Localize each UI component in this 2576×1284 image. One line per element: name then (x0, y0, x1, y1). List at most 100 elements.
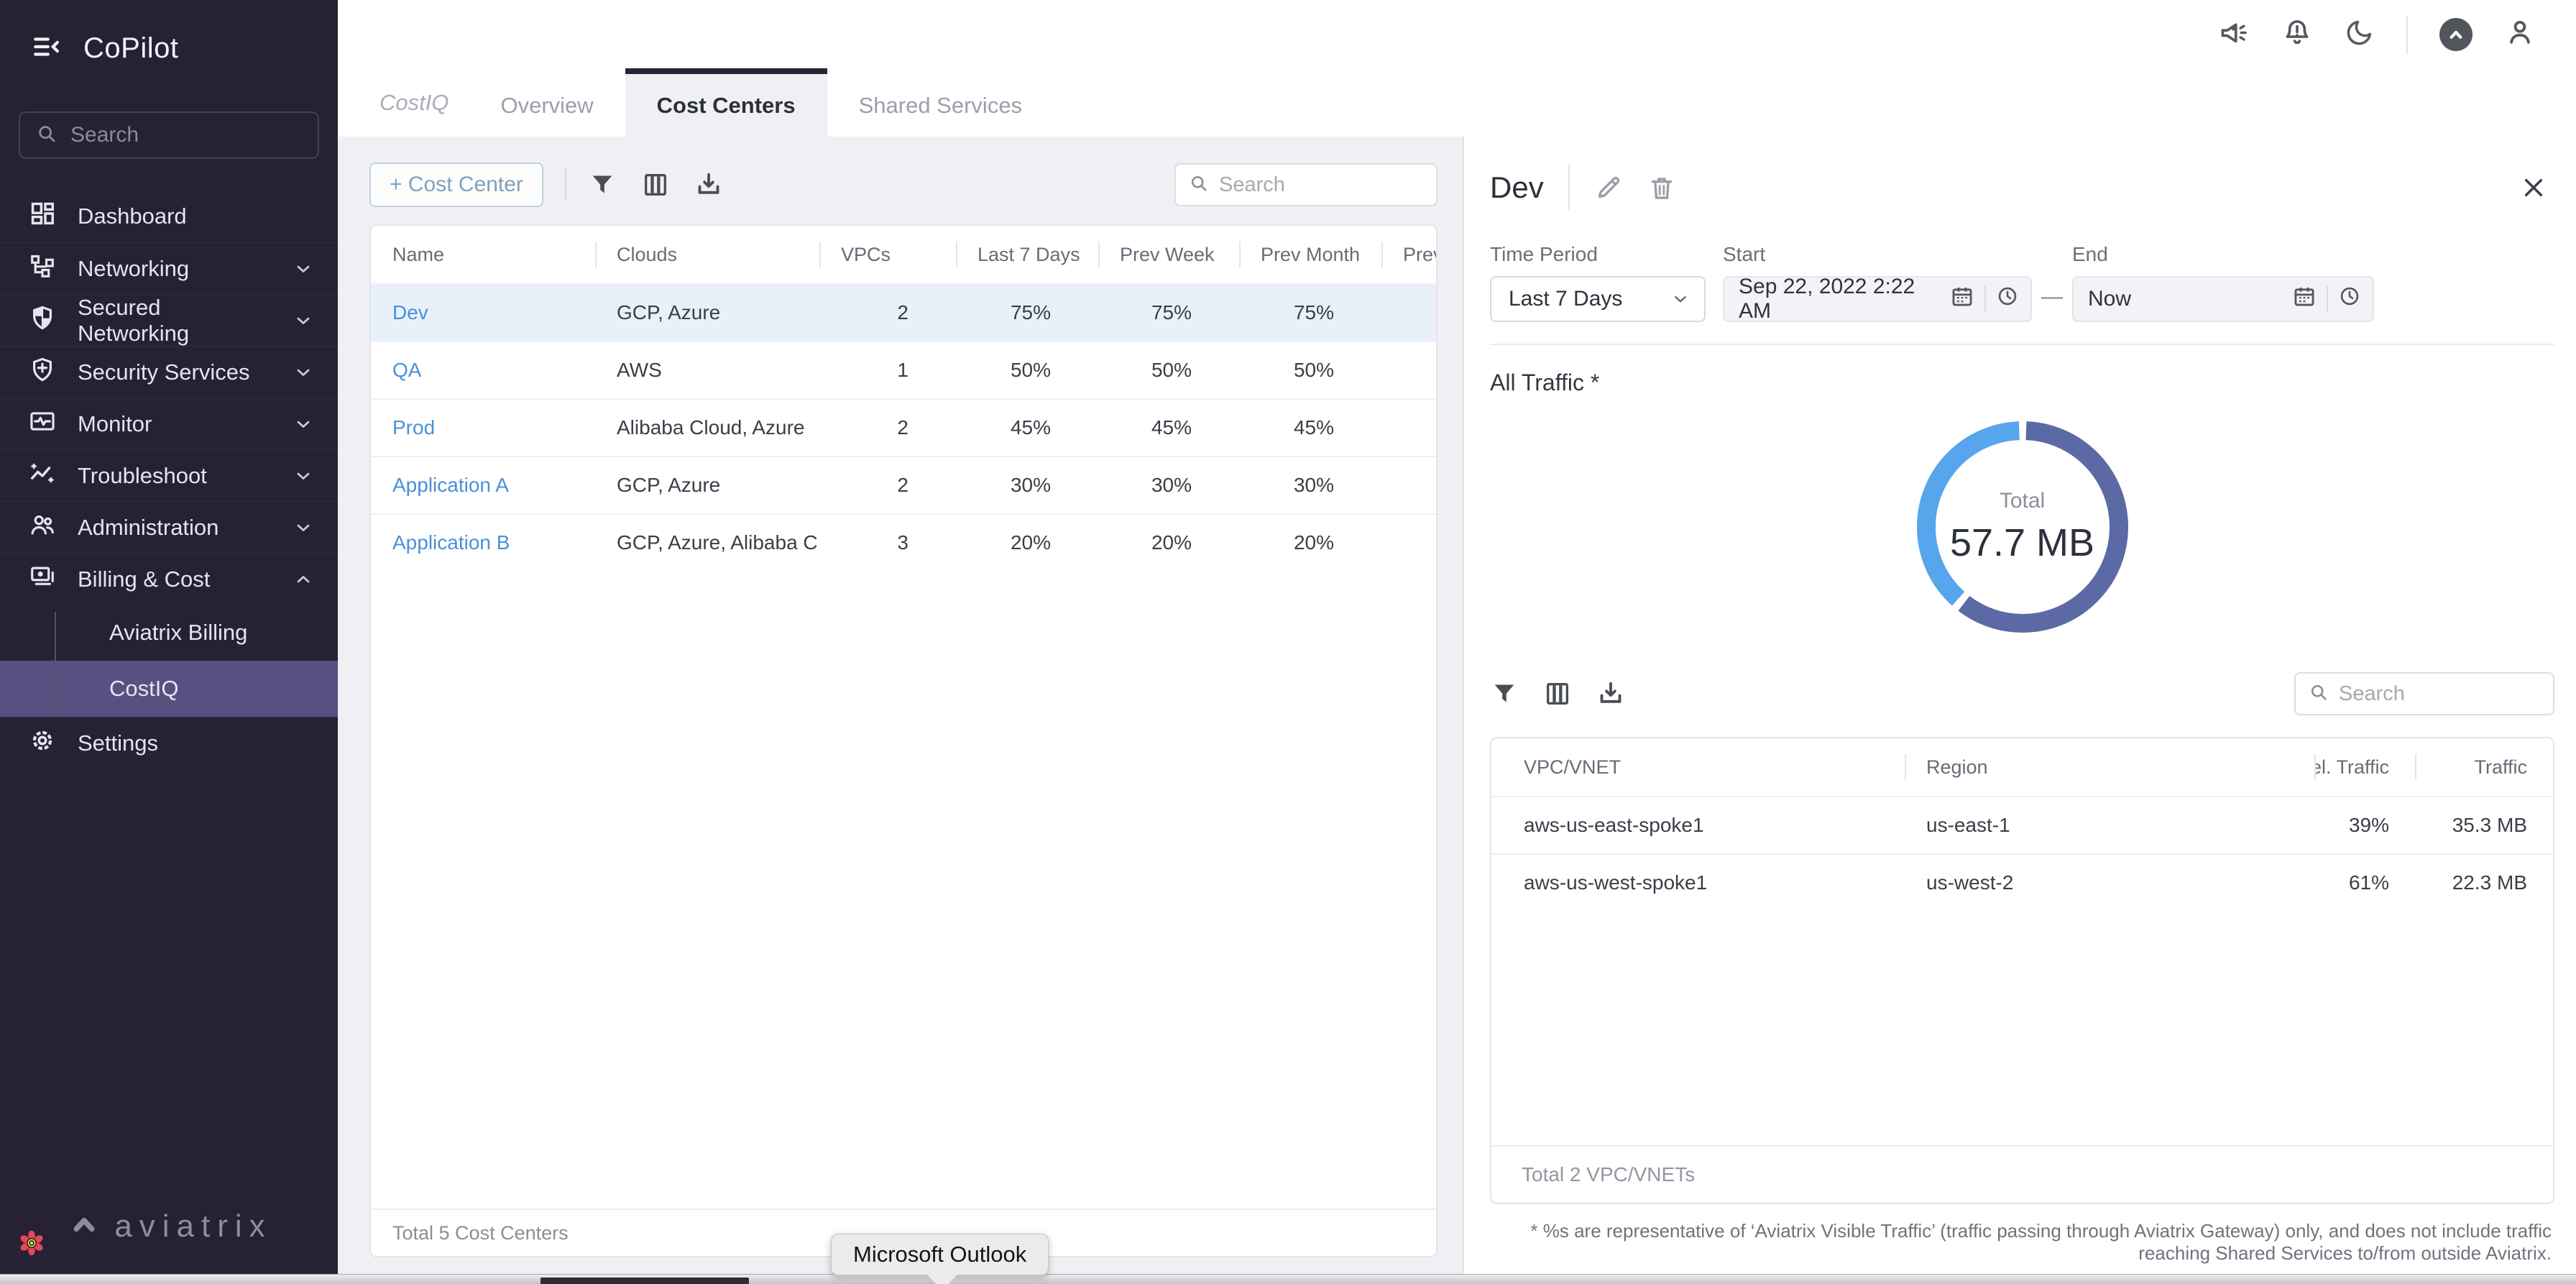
tab-overview[interactable]: Overview (469, 68, 625, 137)
close-icon[interactable] (2520, 174, 2547, 201)
column-header[interactable]: Rel. Traffic (2314, 738, 2415, 796)
table-row[interactable]: QA AWS 1 50% 50% 50% (371, 341, 1436, 398)
aviatrix-account-icon[interactable] (2439, 18, 2472, 51)
notifications-icon[interactable] (2281, 17, 2313, 52)
vpc-cell: aws-us-west-spoke1 (1491, 871, 1905, 894)
last7-cell: 50% (956, 359, 1098, 382)
end-datetime-input[interactable]: Now (2072, 276, 2374, 322)
range-separator: — (2032, 285, 2072, 309)
calendar-icon[interactable] (1950, 284, 1974, 314)
vpc-search[interactable] (2294, 672, 2554, 715)
sidebar-item-label: Settings (78, 730, 158, 756)
sidebar-item-security-services[interactable]: Security Services (0, 346, 338, 398)
filter-icon[interactable] (1490, 679, 1519, 708)
edit-icon[interactable] (1594, 173, 1623, 202)
cost-centers-search-input[interactable] (1219, 173, 1423, 197)
chevron-up-icon (293, 569, 313, 590)
sidebar-item-label: Administration (78, 515, 218, 541)
copilot-app: CoPilot Dashboard Networking Secured Net… (0, 0, 2576, 1284)
cost-center-link[interactable]: QA (392, 359, 421, 381)
vpcs-cell: 2 (819, 301, 956, 324)
cost-centers-toolbar: + Cost Center (369, 162, 1438, 207)
sidebar-item-billing-cost[interactable]: Billing & Cost (0, 553, 338, 605)
prev-month-cell: 75% (1239, 301, 1381, 324)
sidebar-item-networking[interactable]: Networking (0, 242, 338, 294)
vpc-toolbar (1490, 672, 2554, 715)
add-cost-center-button[interactable]: + Cost Center (369, 162, 543, 207)
sidebar-item-settings[interactable]: Settings (0, 717, 338, 769)
sidebar-item-secured-networking[interactable]: Secured Networking (0, 294, 338, 346)
sidebar-item-troubleshoot[interactable]: Troubleshoot (0, 449, 338, 501)
cost-center-link[interactable]: Dev (392, 301, 428, 324)
table-row[interactable]: Prod Alibaba Cloud, Azure 2 45% 45% 45% (371, 398, 1436, 456)
start-datetime-input[interactable]: Sep 22, 2022 2:22 AM (1723, 276, 2032, 322)
announcements-icon[interactable] (2218, 17, 2250, 52)
column-header[interactable]: Prev Month (1239, 226, 1381, 283)
cost-centers-table: Name Clouds VPCs Last 7 Days Prev Week P… (369, 224, 1438, 1257)
column-header[interactable]: Traffic (2415, 738, 2553, 796)
column-header[interactable]: VPCs (819, 226, 956, 283)
filter-icon[interactable] (588, 170, 617, 199)
dark-mode-icon[interactable] (2345, 17, 2375, 51)
sidebar-header: CoPilot (0, 0, 338, 65)
table-row[interactable]: Application A GCP, Azure 2 30% 30% 30% (371, 456, 1436, 513)
sidebar-item-monitor[interactable]: Monitor (0, 398, 338, 449)
table-header-row: VPC/VNET Region Rel. Traffic Traffic (1491, 738, 2553, 796)
download-icon[interactable] (1596, 679, 1625, 708)
table-row[interactable]: aws-us-east-spoke1 us-east-1 39% 35.3 MB (1491, 796, 2553, 853)
sidebar-item-dashboard[interactable]: Dashboard (0, 191, 338, 242)
table-row[interactable]: Dev GCP, Azure 2 75% 75% 75% (371, 283, 1436, 341)
end-value: Now (2088, 287, 2131, 311)
column-header[interactable]: Prev Week (1098, 226, 1239, 283)
sidebar-nav: Dashboard Networking Secured Networking … (0, 191, 338, 769)
cost-center-link[interactable]: Prod (392, 416, 435, 439)
time-period-select[interactable]: Last 7 Days (1490, 276, 1706, 322)
table-row[interactable]: Application B GCP, Azure, Alibaba C 3 20… (371, 513, 1436, 571)
sidebar-item-administration[interactable]: Administration (0, 501, 338, 553)
tab-shared-services[interactable]: Shared Services (827, 68, 1054, 137)
cost-center-link[interactable]: Application B (392, 531, 510, 554)
vpcs-cell: 1 (819, 359, 956, 382)
calendar-icon[interactable] (2292, 284, 2317, 314)
time-period-label: Time Period (1490, 243, 1706, 266)
profile-icon[interactable] (2504, 17, 2536, 52)
last7-cell: 30% (956, 474, 1098, 497)
tab-cost-centers[interactable]: Cost Centers (625, 68, 827, 137)
vpcs-cell: 2 (819, 416, 956, 439)
topbar-divider (2406, 16, 2408, 53)
submenu-guide-line (55, 612, 56, 710)
prev-week-cell: 50% (1098, 359, 1239, 382)
columns-icon[interactable] (1543, 679, 1572, 708)
sidebar-item-label: Troubleshoot (78, 463, 207, 489)
vpc-search-input[interactable] (2339, 682, 2540, 706)
delete-icon[interactable] (1647, 173, 1676, 202)
clock-icon[interactable] (1996, 285, 2019, 313)
prev-week-cell: 45% (1098, 416, 1239, 439)
column-header[interactable]: Name (371, 226, 595, 283)
column-header[interactable]: Prev (1381, 226, 1436, 283)
column-header[interactable]: Last 7 Days (956, 226, 1098, 283)
column-header[interactable]: VPC/VNET (1491, 738, 1905, 796)
prev-week-cell: 20% (1098, 531, 1239, 554)
sidebar-item-label: Billing & Cost (78, 567, 210, 592)
end-label: End (2072, 243, 2374, 266)
clouds-cell: GCP, Azure, Alibaba C (595, 531, 819, 554)
download-icon[interactable] (694, 170, 723, 199)
cost-centers-search[interactable] (1174, 163, 1438, 206)
sidebar-item-aviatrix-billing[interactable]: Aviatrix Billing (0, 605, 338, 661)
columns-icon[interactable] (641, 170, 670, 199)
cost-center-link[interactable]: Application A (392, 474, 509, 496)
clock-icon[interactable] (2338, 285, 2361, 313)
sidebar-item-costiq[interactable]: CostIQ (0, 661, 338, 717)
column-header[interactable]: Clouds (595, 226, 819, 283)
all-traffic-label: All Traffic * (1490, 370, 2554, 396)
tab-strip: CostIQ Overview Cost Centers Shared Serv… (338, 68, 2576, 137)
sidebar-search-input[interactable] (70, 123, 302, 147)
topbar (338, 0, 2576, 68)
column-header[interactable]: Region (1905, 738, 2314, 796)
table-row[interactable]: aws-us-west-spoke1 us-west-2 61% 22.3 MB (1491, 853, 2553, 911)
rel-traffic-cell: 61% (2314, 871, 2415, 894)
sidebar-collapse-icon[interactable] (32, 32, 62, 65)
sidebar-search[interactable] (19, 111, 319, 159)
chevron-down-icon (293, 466, 313, 486)
